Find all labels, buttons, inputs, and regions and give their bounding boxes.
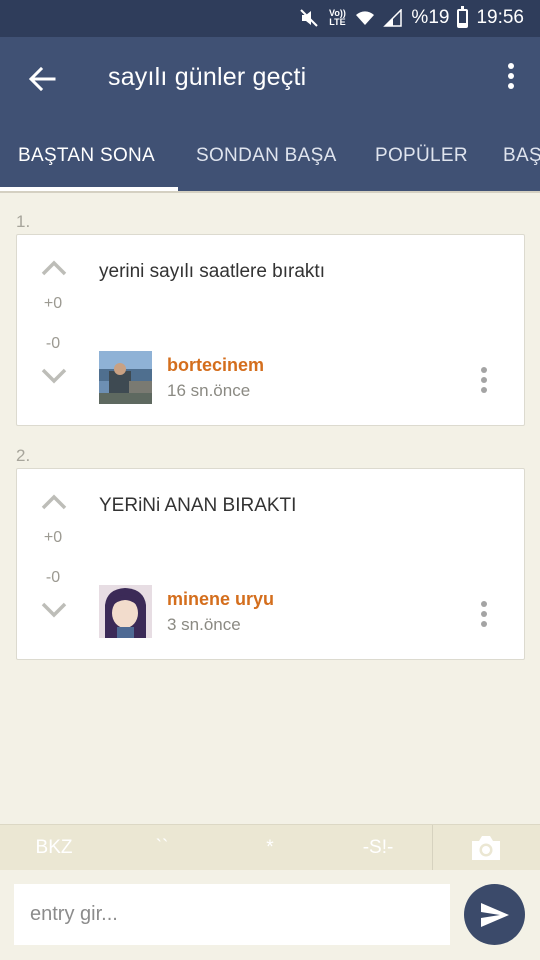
avatar[interactable] xyxy=(99,351,152,404)
mute-icon xyxy=(300,9,319,27)
app-bar: sayılı günler geçti xyxy=(0,37,540,121)
format-toolbar: BKZ `` * -S!- xyxy=(0,824,540,871)
upvote-count: +0 xyxy=(43,295,63,312)
tab-sondan-basa[interactable]: SONDAN BAŞA xyxy=(196,121,337,191)
wifi-icon xyxy=(356,11,375,25)
entry-time: 3 sn.önce xyxy=(167,615,241,634)
entry-text: YERiNi ANAN BIRAKTI xyxy=(99,495,297,516)
author-name[interactable]: minene uryu xyxy=(167,589,274,610)
toolbar-divider xyxy=(432,825,433,871)
bkz-button[interactable]: BKZ xyxy=(20,825,88,871)
page-title: sayılı günler geçti xyxy=(108,63,307,91)
spoiler-button[interactable]: -S!- xyxy=(344,825,412,871)
entry-number: 1. xyxy=(16,212,31,231)
author-name[interactable]: bortecinem xyxy=(167,355,264,376)
entry-more-icon[interactable] xyxy=(480,367,488,397)
clock: 19:56 xyxy=(476,7,524,28)
more-vert-icon[interactable] xyxy=(506,63,516,95)
tab-bas[interactable]: BAŞ xyxy=(503,121,540,191)
entry-input[interactable] xyxy=(14,884,450,945)
battery-fill xyxy=(459,22,467,26)
send-icon xyxy=(480,902,509,927)
status-bar: Vo)) LTE %19 19:56 xyxy=(0,0,540,37)
upvote-count: +0 xyxy=(43,529,63,546)
star-button[interactable]: * xyxy=(236,825,304,871)
input-area xyxy=(0,870,540,960)
entry-time: 16 sn.önce xyxy=(167,381,251,400)
upvote-chevron-icon[interactable] xyxy=(41,493,67,511)
downvote-count: -0 xyxy=(45,335,61,352)
send-button[interactable] xyxy=(464,884,525,945)
battery-percent: %19 xyxy=(411,7,450,28)
hede-button[interactable]: `` xyxy=(128,825,196,871)
tab-populer[interactable]: POPÜLER xyxy=(375,121,468,191)
tab-bastan-sona[interactable]: BAŞTAN SONA xyxy=(18,121,155,191)
status-icons: Vo)) LTE %19 19:56 xyxy=(299,5,524,29)
divider xyxy=(0,191,540,193)
avatar[interactable] xyxy=(99,585,152,638)
entry-text: yerini sayılı saatlere bıraktı xyxy=(99,261,325,282)
back-arrow-icon[interactable] xyxy=(26,63,58,95)
entry-number: 2. xyxy=(16,446,31,465)
downvote-count: -0 xyxy=(45,569,61,586)
signal-icon xyxy=(383,9,403,27)
camera-icon[interactable] xyxy=(470,834,502,862)
entry-card: +0 -0 yerini sayılı saatlere bıraktı bor… xyxy=(16,234,525,426)
volte-icon: Vo)) LTE xyxy=(329,8,346,27)
upvote-chevron-icon[interactable] xyxy=(41,259,67,277)
tab-bar: BAŞTAN SONA SONDAN BAŞA POPÜLER BAŞ xyxy=(0,121,540,191)
entry-more-icon[interactable] xyxy=(480,601,488,631)
entry-card: +0 -0 YERiNi ANAN BIRAKTI minene uryu 3 … xyxy=(16,468,525,660)
battery-icon xyxy=(457,5,469,28)
downvote-chevron-icon[interactable] xyxy=(41,601,67,619)
downvote-chevron-icon[interactable] xyxy=(41,367,67,385)
